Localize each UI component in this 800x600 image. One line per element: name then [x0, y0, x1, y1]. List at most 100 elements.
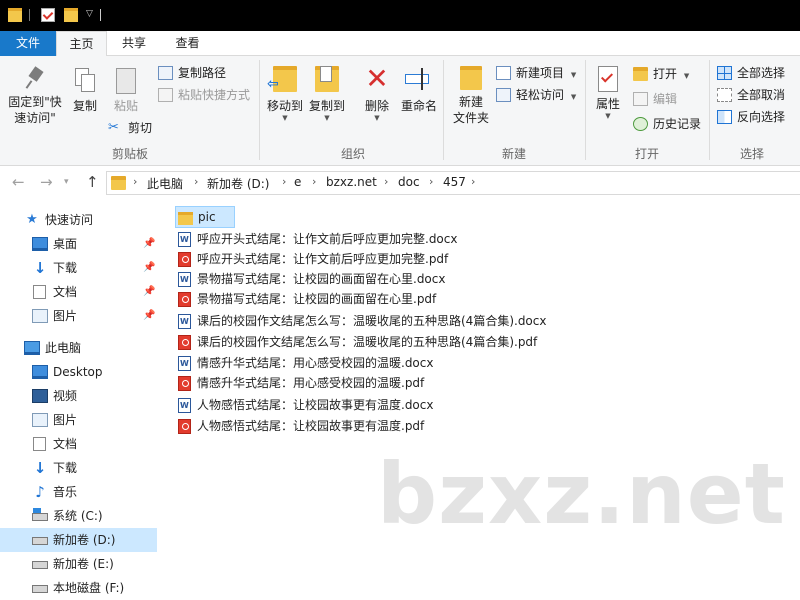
breadcrumb-e[interactable]: e: [294, 175, 301, 189]
address-bar[interactable]: › 此电脑 › 新加卷 (D:) › e › bzxz.net › doc › …: [106, 171, 800, 195]
select-none-label: 全部取消: [737, 88, 786, 102]
file-row[interactable]: 呼应开头式结尾：让作文前后呼应更加完整.docx: [175, 228, 458, 251]
nav-item-this-pc[interactable]: 此电脑: [0, 336, 157, 360]
file-row[interactable]: 景物描写式结尾：让校园的画面留在心里.pdf: [175, 288, 436, 310]
pin-icon[interactable]: 📌: [143, 280, 155, 304]
file-row[interactable]: 课后的校园作文结尾怎么写：温暖收尾的五种思路(4篇合集).docx: [175, 310, 546, 333]
file-row[interactable]: 课后的校园作文结尾怎么写：温暖收尾的五种思路(4篇合集).pdf: [175, 331, 537, 353]
breadcrumb-separator: ›: [133, 175, 138, 188]
folder-icon[interactable]: [8, 8, 22, 22]
copy-to-button[interactable]: 复制到 ▼: [306, 66, 348, 122]
forward-arrow-icon[interactable]: →: [40, 173, 53, 191]
file-row[interactable]: 情感升华式结尾：用心感受校园的温暖.pdf: [175, 372, 424, 394]
open-group-label: 打开: [634, 147, 659, 161]
pin-icon[interactable]: 📌: [143, 256, 155, 280]
edit-button[interactable]: 编辑: [633, 90, 677, 108]
drive-icon: [32, 585, 48, 593]
tab-share[interactable]: 共享: [108, 31, 160, 56]
file-name: 景物描写式结尾：让校园的画面留在心里.pdf: [197, 292, 437, 306]
chevron-down-icon: ▼: [605, 112, 611, 120]
breadcrumb-separator: ›: [194, 175, 199, 188]
tab-file[interactable]: 文件: [0, 31, 56, 56]
tab-view[interactable]: 查看: [160, 31, 215, 56]
chevron-down-icon: ▼: [570, 71, 577, 79]
nav-item-documents[interactable]: 文档 📌: [0, 280, 157, 304]
open-button[interactable]: 打开 ▼: [633, 65, 689, 83]
up-arrow-icon[interactable]: ↑: [86, 173, 99, 191]
breadcrumb-drive-d[interactable]: 新加卷 (D:): [207, 175, 269, 192]
nav-item-documents-pc[interactable]: 文档: [0, 432, 157, 456]
file-row[interactable]: 人物感悟式结尾：让校园故事更有温度.docx: [175, 394, 433, 417]
copy-button[interactable]: 复制: [68, 68, 102, 114]
folder-row-pic[interactable]: pic: [175, 206, 235, 228]
pin-icon[interactable]: 📌: [143, 304, 155, 328]
copy-label: 复制: [72, 99, 97, 113]
nav-item-drive-c[interactable]: 系统 (C:): [0, 504, 157, 528]
file-row[interactable]: 情感升华式结尾：用心感受校园的温暖.docx: [175, 352, 433, 375]
tab-home[interactable]: 主页: [56, 31, 107, 57]
nav-item-downloads[interactable]: ↓ 下载 📌: [0, 256, 157, 280]
easy-access-button[interactable]: 轻松访问 ▼: [496, 86, 576, 104]
rename-button[interactable]: 重命名: [398, 66, 440, 114]
word-document-icon: [178, 269, 191, 291]
breadcrumb-457[interactable]: 457: [443, 175, 466, 189]
cut-label: 剪切: [128, 121, 153, 135]
invert-selection-button[interactable]: 反向选择: [717, 108, 785, 126]
new-folder-button[interactable]: 新建 文件夹: [450, 66, 492, 126]
word-document-icon: [178, 353, 191, 375]
pin-icon: [25, 66, 45, 90]
properties-button[interactable]: 属性 ▼: [592, 66, 624, 120]
delete-icon: ✕: [365, 62, 389, 95]
select-none-button[interactable]: 全部取消: [717, 86, 785, 104]
paste-button[interactable]: 粘贴: [108, 68, 144, 114]
pdf-document-icon: [178, 376, 191, 391]
star-icon: ★: [26, 212, 38, 227]
cut-button[interactable]: ✂ 剪切: [108, 119, 152, 137]
dropdown-icon[interactable]: ▽: [86, 9, 93, 19]
nav-item-drive-e[interactable]: 新加卷 (E:): [0, 552, 157, 576]
new-folder-label-2: 文件夹: [452, 111, 489, 125]
checkmark-icon[interactable]: [41, 8, 55, 22]
move-to-button[interactable]: ⇦ 移动到 ▼: [264, 66, 306, 122]
paste-shortcut-button[interactable]: 粘贴快捷方式: [158, 86, 250, 104]
copy-path-button[interactable]: 复制路径: [158, 64, 226, 82]
title-bar: ▽: [0, 0, 800, 31]
nav-item-music[interactable]: ♪ 音乐: [0, 480, 157, 504]
nav-item-quick-access[interactable]: ★ 快速访问: [0, 208, 157, 232]
back-arrow-icon[interactable]: ←: [12, 173, 25, 191]
recent-locations-icon[interactable]: ▾: [64, 177, 69, 187]
nav-item-pictures-pc[interactable]: 图片: [0, 408, 157, 432]
file-name: 呼应开头式结尾：让作文前后呼应更加完整.docx: [197, 232, 458, 246]
pin-icon[interactable]: 📌: [143, 232, 155, 256]
nav-item-videos[interactable]: 视频: [0, 384, 157, 408]
pin-quick-access-button[interactable]: 固定到"快 速访问": [4, 66, 66, 126]
file-row[interactable]: 呼应开头式结尾：让作文前后呼应更加完整.pdf: [175, 248, 448, 270]
history-icon: [633, 117, 648, 131]
nav-item-desktop-pc[interactable]: Desktop: [0, 360, 157, 384]
chevron-down-icon: ▼: [683, 72, 690, 80]
desktop-icon: [32, 365, 48, 379]
breadcrumb-this-pc[interactable]: 此电脑: [147, 175, 183, 192]
chevron-down-icon: ▼: [374, 114, 380, 122]
file-row[interactable]: 人物感悟式结尾：让校园故事更有温度.pdf: [175, 415, 424, 437]
properties-label: 属性: [595, 97, 620, 111]
nav-item-downloads-pc[interactable]: ↓ 下载: [0, 456, 157, 480]
file-row[interactable]: 景物描写式结尾：让校园的画面留在心里.docx: [175, 268, 445, 291]
folder-icon[interactable]: [64, 8, 78, 22]
select-all-button[interactable]: 全部选择: [717, 64, 785, 82]
file-name: 课后的校园作文结尾怎么写：温暖收尾的五种思路(4篇合集).pdf: [197, 335, 538, 349]
nav-item-pictures[interactable]: 图片 📌: [0, 304, 157, 328]
nav-item-label: 新加卷 (E:): [53, 557, 114, 571]
nav-item-drive-d[interactable]: 新加卷 (D:): [0, 528, 157, 552]
pictures-icon: [32, 413, 48, 427]
breadcrumb-doc[interactable]: doc: [398, 175, 420, 189]
breadcrumb-bzxz[interactable]: bzxz.net: [326, 175, 377, 189]
delete-button[interactable]: ✕ 删除 ▼: [358, 62, 396, 123]
select-all-icon: [717, 66, 732, 80]
desktop-icon: [32, 237, 48, 251]
nav-item-desktop[interactable]: 桌面 📌: [0, 232, 157, 256]
history-button[interactable]: 历史记录: [633, 115, 701, 133]
nav-item-drive-f[interactable]: 本地磁盘 (F:): [0, 576, 157, 600]
new-item-button[interactable]: 新建项目 ▼: [496, 64, 576, 82]
nav-item-label: 桌面: [53, 237, 78, 251]
